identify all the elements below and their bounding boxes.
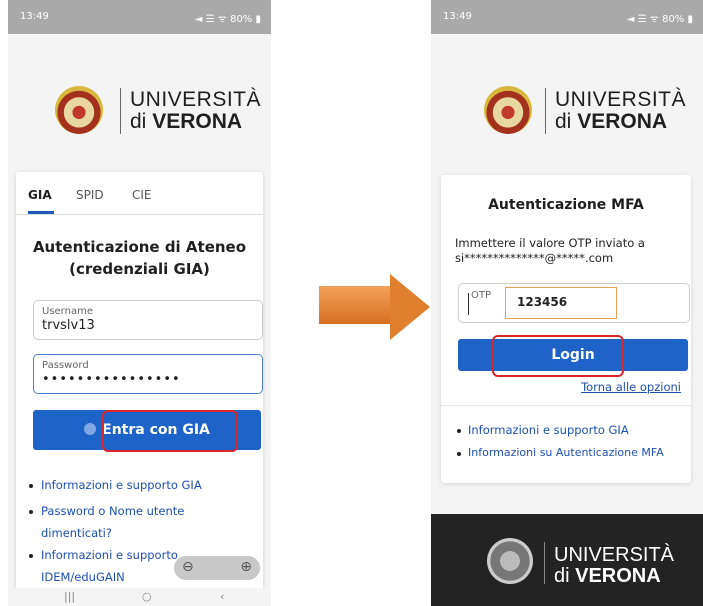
otp-label: OTP (471, 290, 492, 301)
otp-instruction-line2: si**************@*****.com (455, 251, 614, 265)
bullet (457, 429, 461, 433)
status-time: 13:49 (443, 11, 472, 22)
zoom-controls: ⊖ ⊕ (174, 556, 260, 580)
tab-cie[interactable]: CIE (132, 188, 152, 202)
logo-divider (120, 88, 121, 134)
link-info-gia[interactable]: Informazioni e supporto GIA (468, 423, 629, 437)
mfa-card: Autenticazione MFA Immettere il valore O… (441, 175, 691, 483)
footer: UNIVERSITÀ di VERONA (431, 514, 703, 606)
link-password-forgotten[interactable]: Password o Nome utente (41, 504, 184, 518)
link-info-idem[interactable]: Informazioni e supporto (41, 548, 178, 562)
link-info-idem-cont[interactable]: IDEM/eduGAIN (41, 570, 125, 584)
status-bar: 13:49 ◄ ☰ ᯤ 80% ▮ (431, 0, 703, 34)
password-field[interactable]: Password •••••••••••••••• (33, 354, 263, 394)
bullet (457, 452, 461, 456)
link-info-mfa[interactable]: Informazioni su Autenticazione MFA (468, 446, 664, 459)
status-icons: ◄ ☰ ᯤ 80% ▮ (194, 14, 261, 25)
bullet (29, 484, 33, 488)
username-label: Username (42, 306, 93, 317)
tab-gia[interactable]: GIA (28, 188, 52, 202)
phone-screen-gia-login: 13:49 ◄ ☰ ᯤ 80% ▮ UNIVERSITÀ di VERONA G… (8, 0, 271, 606)
status-time: 13:49 (20, 11, 49, 22)
bullet (29, 554, 33, 558)
recent-apps-icon[interactable]: ||| (64, 590, 75, 603)
card-divider (441, 405, 691, 406)
logo-line2: di VERONA (130, 110, 243, 133)
university-seal-icon (484, 86, 532, 134)
logo-line1: UNIVERSITÀ (555, 88, 687, 111)
logo-line1: UNIVERSITÀ (130, 88, 262, 111)
password-label: Password (42, 360, 89, 371)
login-card: GIA SPID CIE Autenticazione di Ateneo (c… (16, 172, 263, 592)
back-icon[interactable]: ‹ (220, 590, 224, 603)
university-seal-icon (55, 86, 103, 134)
university-seal-icon (487, 538, 533, 584)
logo-divider (545, 88, 546, 134)
tab-spid[interactable]: SPID (76, 188, 104, 202)
android-nav-bar: ||| ○ ‹ (8, 588, 271, 606)
zoom-in-icon[interactable]: ⊕ (240, 559, 252, 575)
logo-divider (544, 542, 545, 584)
back-to-options-link[interactable]: Torna alle opzioni (581, 380, 681, 394)
zoom-out-icon[interactable]: ⊖ (182, 559, 194, 575)
password-value: •••••••••••••••• (42, 372, 181, 387)
username-field[interactable]: Username trvslv13 (33, 300, 263, 340)
transition-arrow-shaft (319, 286, 392, 324)
gia-logo-icon (84, 423, 97, 435)
footer-logo-line1: UNIVERSITÀ (554, 544, 675, 566)
active-tab-indicator (28, 211, 54, 214)
help-links: Informazioni e supporto GIA Informazioni… (441, 421, 691, 481)
link-info-gia[interactable]: Informazioni e supporto GIA (41, 478, 202, 492)
username-value: trvslv13 (42, 318, 95, 333)
highlight-box-login (102, 410, 238, 452)
auth-tabs: GIA SPID CIE (16, 172, 263, 215)
highlight-box-otp (505, 287, 617, 319)
footer-logo-line2: di VERONA (554, 565, 661, 587)
card-title-line2: (credenziali GIA) (69, 260, 210, 278)
highlight-box-login (492, 335, 624, 377)
mfa-title: Autenticazione MFA (488, 197, 644, 213)
otp-instruction-line1: Immettere il valore OTP inviato a (455, 236, 645, 250)
logo-line2: di VERONA (555, 110, 668, 133)
university-logo: UNIVERSITÀ di VERONA (8, 80, 271, 140)
link-password-forgotten-cont[interactable]: dimenticati? (41, 526, 112, 540)
text-cursor (468, 293, 469, 315)
home-icon[interactable]: ○ (142, 590, 152, 603)
card-title-line1: Autenticazione di Ateneo (32, 238, 247, 256)
bullet (29, 510, 33, 514)
phone-screen-mfa: 13:49 ◄ ☰ ᯤ 80% ▮ UNIVERSITÀ di VERONA A… (431, 0, 703, 606)
university-logo: UNIVERSITÀ di VERONA (431, 80, 703, 140)
status-icons: ◄ ☰ ᯤ 80% ▮ (626, 14, 693, 25)
status-bar: 13:49 ◄ ☰ ᯤ 80% ▮ (8, 0, 271, 34)
transition-arrow-icon (390, 274, 430, 340)
